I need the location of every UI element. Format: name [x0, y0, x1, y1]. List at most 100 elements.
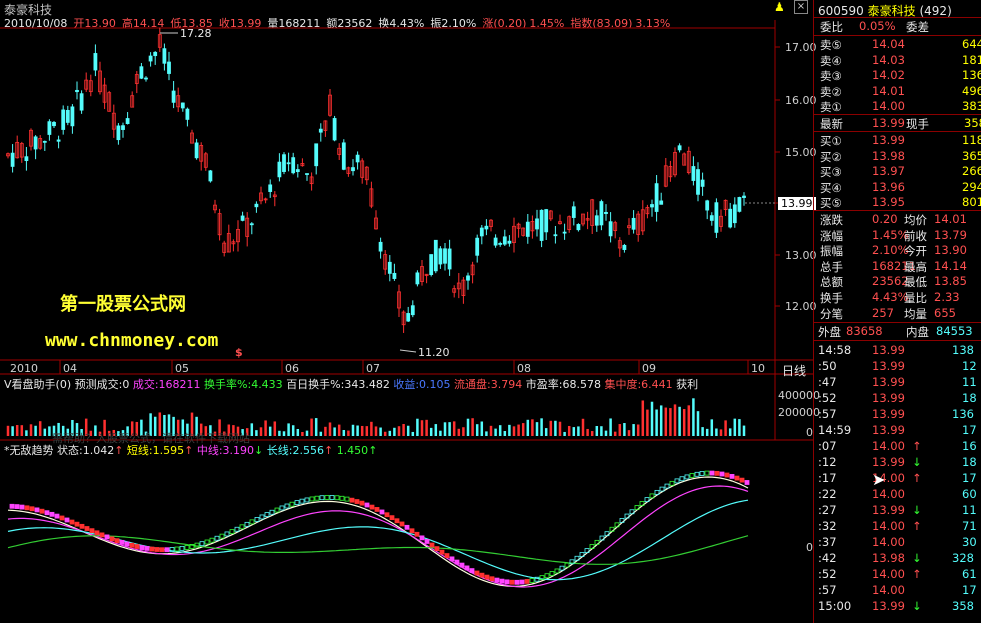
bid-row[interactable]: 买① 13.99 118	[814, 133, 981, 148]
indicator-square	[294, 500, 300, 505]
candle-body	[282, 154, 286, 172]
stat-row: 换手 4.43% 量比 2.33	[814, 290, 981, 305]
indicator-square	[254, 516, 260, 522]
candle-body	[433, 239, 438, 272]
candle-body	[208, 170, 213, 182]
indicator-square	[259, 514, 265, 520]
indicator-square	[219, 533, 225, 539]
indicator-square	[99, 532, 105, 538]
ask-row[interactable]: 卖② 14.01 496	[814, 84, 981, 99]
ask-row[interactable]: 卖① 14.00 383	[814, 99, 981, 114]
indicator-square	[369, 504, 375, 510]
tick-time: :17	[818, 471, 837, 485]
ask-price: 14.02	[872, 68, 905, 82]
indicator-square	[84, 526, 90, 531]
mouse-cursor-icon: ➤	[872, 470, 886, 489]
tick-row[interactable]: :22 14.00 60	[814, 487, 981, 503]
indicator-square	[54, 513, 60, 519]
bid-vol: 365	[962, 148, 981, 163]
indicator-square	[69, 519, 75, 525]
bid-row[interactable]: 买③ 13.97 266	[814, 164, 981, 179]
neipan-value: 84553	[936, 324, 973, 338]
candle-body	[116, 125, 121, 141]
tick-vol: 30	[962, 535, 977, 549]
stat-row: 涨幅 1.45% 前收 13.79	[814, 228, 981, 243]
tick-row[interactable]: :17 14.00 ↑ 17	[814, 471, 981, 487]
vol-item-5: 流通盘:3.794	[454, 378, 523, 391]
date-tick: 07	[366, 362, 380, 375]
indicator-square	[519, 579, 525, 585]
bid-row[interactable]: 买④ 13.96 294	[814, 180, 981, 195]
tick-time: :37	[818, 535, 837, 549]
tick-row[interactable]: :37 14.00 30	[814, 535, 981, 551]
vol-item-2: 换手率%:4.433	[204, 378, 283, 391]
stat-value: 257	[872, 305, 894, 320]
indicator-square	[274, 507, 280, 513]
tick-row[interactable]: :52 13.99 18	[814, 391, 981, 407]
tick-row[interactable]: 14:59 13.99 17	[814, 423, 981, 439]
tick-time: :32	[818, 519, 837, 533]
tick-row[interactable]: 15:00 13.99 ↓ 358	[814, 599, 981, 615]
vol-item-7: 集中度:6.441	[604, 378, 673, 391]
indicator-square	[174, 546, 180, 552]
tick-vol: 60	[962, 487, 977, 501]
chart-area[interactable]: 泰豪科技 ♟ × 2010/10/08 开13.90 高14.14 低13.85 收13…	[0, 0, 820, 623]
bid-vol: 294	[962, 179, 981, 194]
tick-row[interactable]: :50 13.99 12	[814, 359, 981, 375]
candle-body	[277, 161, 282, 178]
tick-row[interactable]: :57 13.99 136	[814, 407, 981, 423]
indicator-long: 长线:2.556	[266, 444, 324, 457]
indicator-square	[734, 475, 740, 481]
indicator-square	[414, 531, 420, 537]
indicator-square	[549, 571, 555, 576]
candle-body	[622, 244, 627, 250]
bid-row[interactable]: 买② 13.98 365	[814, 149, 981, 164]
candle-body	[194, 142, 199, 159]
tick-row[interactable]: :07 14.00 ↑ 16	[814, 439, 981, 455]
bid-row[interactable]: 买⑤ 13.95 801	[814, 195, 981, 210]
indicator-square	[234, 526, 240, 532]
candle-body	[139, 66, 144, 79]
candle-body	[677, 145, 682, 151]
xianshou-value: 358	[964, 116, 981, 130]
ask-row[interactable]: 卖④ 14.03 181	[814, 53, 981, 68]
candle-body	[594, 215, 599, 226]
indicator-square	[49, 511, 55, 517]
indicator-state: 状态:1.042	[57, 444, 115, 457]
period-label[interactable]: 日线	[782, 362, 806, 379]
stat-value: 13.85	[934, 274, 967, 289]
indicator-square	[94, 530, 100, 536]
tick-row[interactable]: :57 14.00 17	[814, 583, 981, 599]
ask-price: 14.01	[872, 83, 905, 98]
candle-body	[10, 152, 15, 167]
tick-vol: 17	[962, 423, 977, 437]
indicator-square	[244, 521, 250, 527]
ask-row[interactable]: 卖⑤ 14.04 644	[814, 37, 981, 52]
tick-row[interactable]: 14:58 13.99 138	[814, 343, 981, 359]
candle-body	[65, 109, 70, 123]
tick-time: 14:58	[818, 343, 852, 357]
candle-body	[479, 227, 484, 237]
indicator-square	[554, 568, 560, 574]
stat-value: 655	[934, 305, 956, 320]
ask-row[interactable]: 卖③ 14.02 136	[814, 68, 981, 83]
indicator-square	[249, 519, 255, 525]
stat-label: 量比	[904, 291, 927, 305]
tick-row[interactable]: :12 13.99 ↓ 18	[814, 455, 981, 471]
tick-price: 14.00	[872, 487, 905, 501]
candle-body	[714, 202, 719, 233]
indicator-square	[689, 473, 695, 478]
tick-row[interactable]: :27 13.99 ↓ 11	[814, 503, 981, 519]
candle-body	[475, 237, 480, 256]
indicator-square	[409, 528, 415, 534]
indicator-square	[349, 497, 355, 503]
candle-body	[254, 203, 259, 208]
tick-vol: 136	[952, 407, 974, 421]
tick-row[interactable]: :32 14.00 ↑ 71	[814, 519, 981, 535]
candle-body	[351, 167, 355, 172]
tick-row[interactable]: :42 13.98 ↓ 328	[814, 551, 981, 567]
tick-row[interactable]: :52 14.00 ↑ 61	[814, 567, 981, 583]
indicator-square	[334, 495, 340, 501]
tick-row[interactable]: :47 13.99 11	[814, 375, 981, 391]
ask-label: 卖①	[820, 100, 842, 114]
